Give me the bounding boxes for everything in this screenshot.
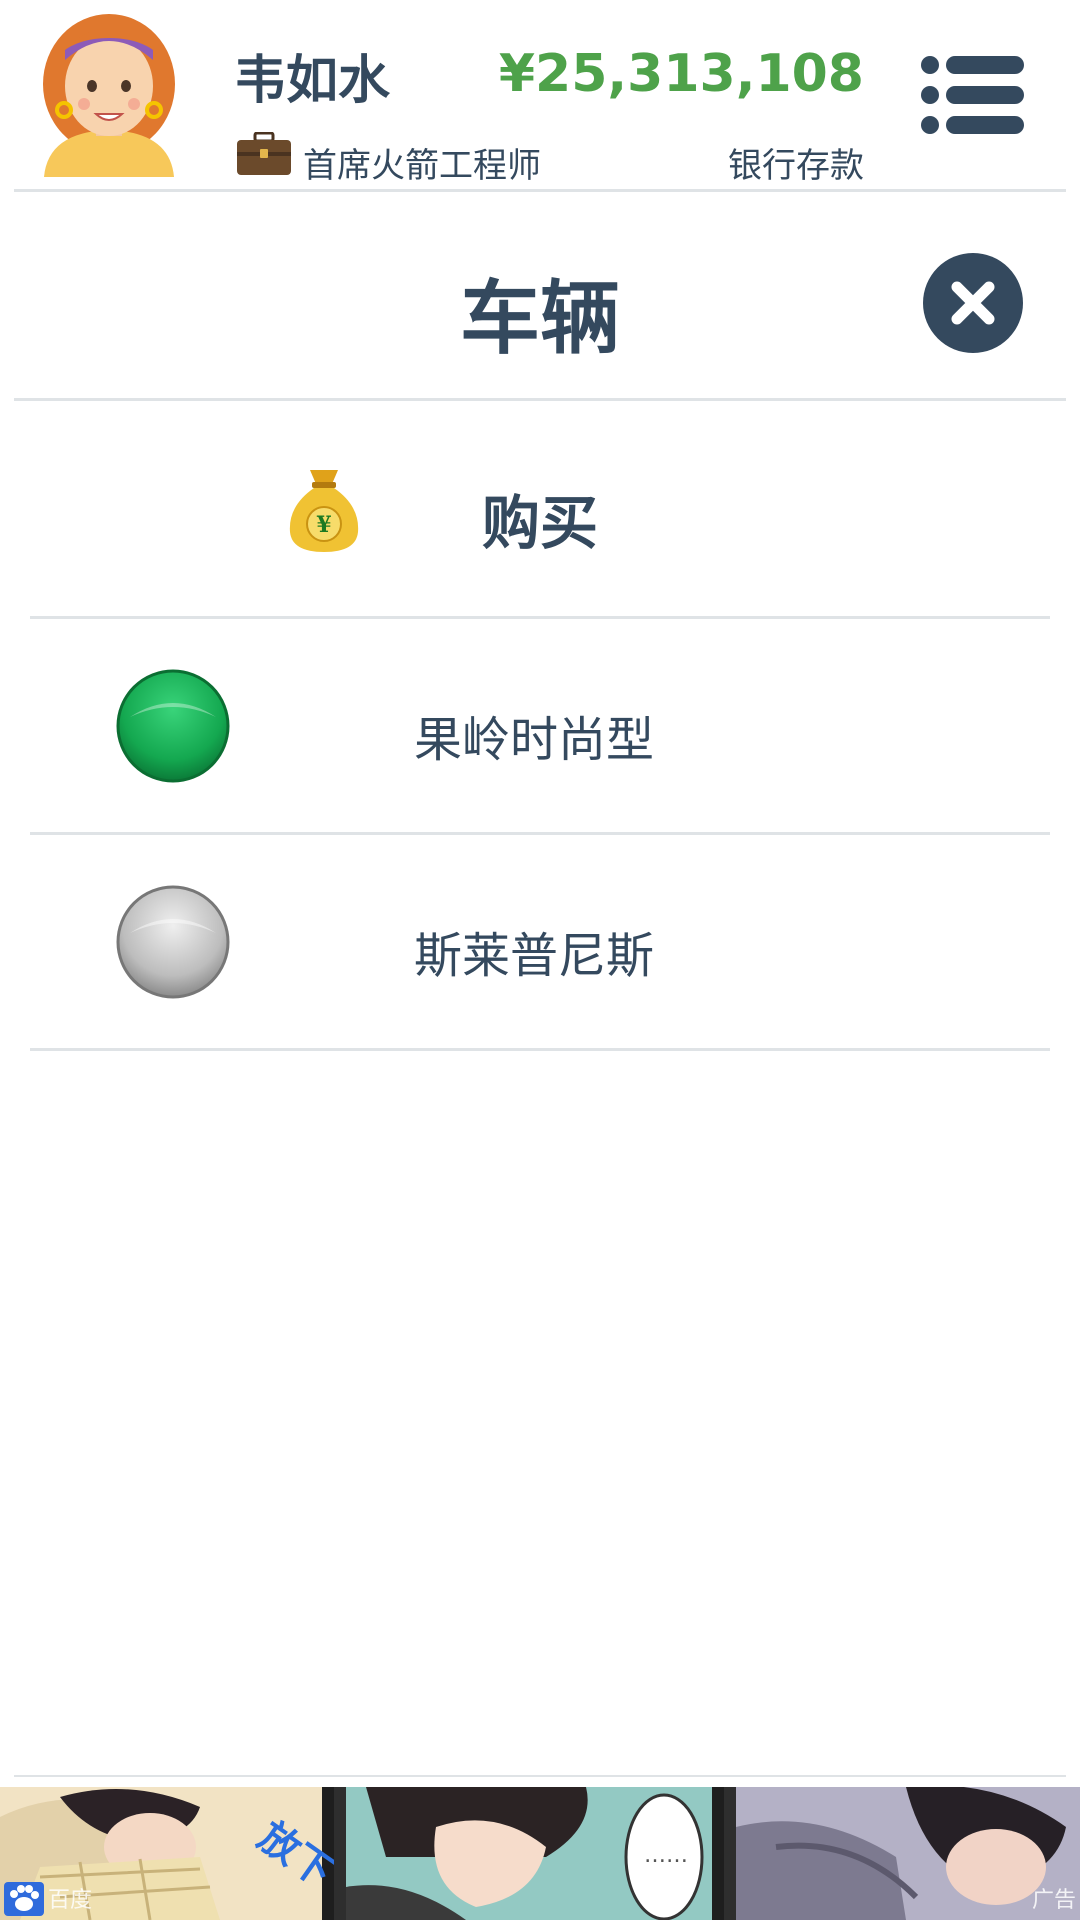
unselected-status-icon [116, 885, 230, 999]
buy-vehicle-button[interactable]: ¥ 购买 [30, 400, 1050, 616]
close-icon[interactable] [922, 252, 1024, 354]
player-header: 韦如水 首席火箭工程师 ¥25,313,108 银行存款 [0, 0, 1080, 190]
bank-balance: ¥25,313,108 [498, 44, 864, 104]
money-bag-icon: ¥ [289, 470, 359, 552]
vehicle-name: 果岭时尚型 [414, 712, 655, 768]
row-divider [30, 1048, 1050, 1051]
bank-balance-label: 银行存款 [728, 146, 864, 186]
ad-image-panel: 广告 [736, 1787, 1080, 1920]
page-title: 车辆 [460, 272, 620, 365]
ad-badge: 广告 [1031, 1888, 1076, 1913]
job-title: 首席火箭工程师 [303, 146, 541, 186]
ad-speech-bubble: …… [644, 1843, 688, 1868]
ad-image-panel: …… [346, 1787, 724, 1920]
vehicle-item-2[interactable]: 斯莱普尼斯 [30, 832, 1050, 1048]
player-name: 韦如水 [234, 51, 391, 111]
vehicle-name: 斯莱普尼斯 [414, 928, 655, 984]
briefcase-icon [237, 132, 291, 175]
buy-label: 购买 [482, 489, 599, 557]
header-divider [14, 189, 1066, 192]
player-avatar[interactable] [38, 12, 180, 177]
svg-text:¥: ¥ [316, 512, 331, 538]
vehicle-item-1[interactable]: 果岭时尚型 [30, 616, 1050, 832]
ad-divider [14, 1775, 1066, 1777]
ad-image-panel: 放下 百度 [0, 1787, 334, 1920]
list-menu-icon[interactable] [920, 55, 1025, 135]
vehicles-screen: 韦如水 首席火箭工程师 ¥25,313,108 银行存款 车辆 ¥ 购买 果岭时… [0, 0, 1080, 1920]
ad-illustration [736, 1787, 1080, 1920]
ad-banner[interactable]: 放下 百度 …… 广告 [0, 1787, 1080, 1920]
ad-source-label: 百度 [48, 1888, 93, 1913]
baidu-paw-icon [4, 1882, 44, 1916]
selected-status-icon [116, 669, 230, 783]
